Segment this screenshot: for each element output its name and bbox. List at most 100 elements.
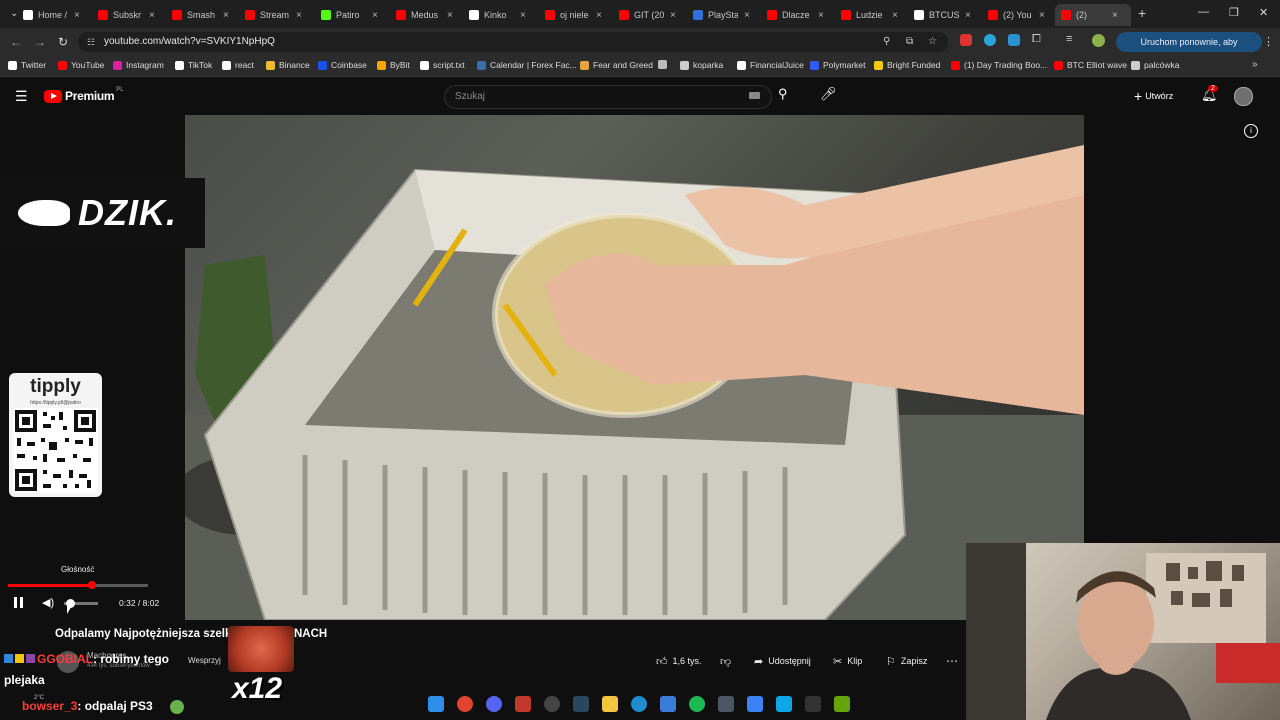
restore-button[interactable]: ❐ xyxy=(1229,6,1239,19)
create-button[interactable]: + Utwórz xyxy=(1134,86,1173,106)
bookmark-item[interactable] xyxy=(658,60,671,69)
like-button[interactable]: 👍︎ 1,6 tys. xyxy=(656,650,702,672)
tab-close-icon[interactable]: × xyxy=(818,10,824,21)
extension-icon[interactable] xyxy=(1008,34,1020,46)
tab-close-icon[interactable]: × xyxy=(520,10,526,21)
spotify-icon[interactable] xyxy=(689,696,705,712)
tab-3[interactable]: Stream × xyxy=(239,4,315,26)
tab-close-icon[interactable]: × xyxy=(1039,10,1045,21)
tab-6[interactable]: Kinko × xyxy=(463,4,539,26)
windows-start-icon[interactable] xyxy=(428,696,444,712)
tab-13[interactable]: (2) You × xyxy=(982,4,1058,26)
dislike-button[interactable]: 👎︎ xyxy=(720,650,731,672)
tab-close-icon[interactable]: × xyxy=(596,10,602,21)
bookmark-item[interactable]: BTC Elliot wave xyxy=(1054,60,1127,70)
site-info-icon[interactable]: ☷ xyxy=(87,32,95,52)
tab-10[interactable]: Dlacze × xyxy=(761,4,837,26)
file-explorer-icon[interactable] xyxy=(602,696,618,712)
tab-9[interactable]: PlaySta × xyxy=(687,4,763,26)
tab-close-icon[interactable]: × xyxy=(892,10,898,21)
bookmark-item[interactable]: Fear and Greed xyxy=(580,60,653,70)
save-button[interactable]: ⚐ Zapisz xyxy=(886,650,927,672)
bookmark-item[interactable]: Polymarket xyxy=(810,60,866,70)
app-icon[interactable] xyxy=(515,696,531,712)
profile-avatar[interactable] xyxy=(1092,34,1105,47)
hamburger-menu-icon[interactable]: ☰ xyxy=(15,88,28,105)
bookmark-star-icon[interactable]: ☆ xyxy=(928,32,937,52)
tab-close-icon[interactable]: × xyxy=(372,10,378,21)
bookmark-item[interactable]: Twitter xyxy=(8,60,46,70)
terminal-icon[interactable] xyxy=(805,696,821,712)
tab-14[interactable]: (2) × xyxy=(1055,4,1131,26)
search-icon[interactable]: ⚲ xyxy=(778,86,788,102)
more-actions-button[interactable]: ⋯ xyxy=(946,650,958,672)
volume-icon[interactable]: ◀︎) xyxy=(42,596,54,609)
tab-8[interactable]: GIT (20 × xyxy=(613,4,689,26)
tab-7[interactable]: oj niele × xyxy=(539,4,615,26)
update-restart-button[interactable]: Uruchom ponownie, aby zaktualizować xyxy=(1116,32,1262,67)
tab-4[interactable]: Patiro × xyxy=(315,4,391,26)
bookmark-item[interactable]: Binance xyxy=(266,60,310,70)
bookmark-item[interactable]: Bright Funded xyxy=(874,60,940,70)
bookmark-item[interactable]: koparka xyxy=(680,60,723,70)
close-window-button[interactable]: ✕ xyxy=(1259,6,1268,19)
network-icon[interactable] xyxy=(660,696,676,712)
clip-button[interactable]: ✂ Klip xyxy=(833,650,862,672)
media-controls-icon[interactable]: ≡ xyxy=(1066,33,1072,45)
extensions-puzzle-icon[interactable]: ⧠ xyxy=(1032,33,1041,46)
bookmark-item[interactable]: script.txt xyxy=(420,60,465,70)
bookmark-item[interactable]: Calendar | Forex Fac... xyxy=(477,60,577,70)
video-frame[interactable] xyxy=(185,115,1084,620)
notepad-icon[interactable] xyxy=(747,696,763,712)
address-bar[interactable]: ☷ youtube.com/watch?v=SVKIY1NpHpQ ⚲ ⧉ ☆ xyxy=(78,32,948,52)
bookmark-item[interactable]: TikTok xyxy=(175,60,212,70)
tab-close-icon[interactable]: × xyxy=(74,10,80,21)
minimize-button[interactable]: — xyxy=(1198,6,1209,18)
tab-11[interactable]: Ludzie × xyxy=(835,4,911,26)
youtube-logo[interactable]: Premium PL xyxy=(44,87,124,103)
tab-close-icon[interactable]: × xyxy=(1112,10,1118,21)
zoom-icon[interactable]: ⚲ xyxy=(883,32,890,52)
bookmark-item[interactable]: palcówka xyxy=(1131,60,1179,70)
bookmark-item[interactable]: Coinbase xyxy=(318,60,367,70)
reload-icon[interactable]: ↻ xyxy=(58,35,68,49)
tab-close-icon[interactable]: × xyxy=(744,10,750,21)
share-button[interactable]: ➦ Udostępnij xyxy=(754,650,811,672)
media-player-icon[interactable] xyxy=(718,696,734,712)
video-info-icon[interactable]: i xyxy=(1244,124,1258,138)
new-tab-button[interactable]: + xyxy=(1138,5,1146,21)
tab-close-icon[interactable]: × xyxy=(296,10,302,21)
more-bookmarks-icon[interactable]: » xyxy=(1252,59,1258,70)
keyboard-icon[interactable] xyxy=(749,92,760,99)
pause-icon[interactable] xyxy=(13,597,25,609)
steam-icon[interactable] xyxy=(573,696,589,712)
game-icon[interactable] xyxy=(834,696,850,712)
extension-icon[interactable] xyxy=(960,34,972,46)
tab-2[interactable]: Smash × xyxy=(166,4,242,26)
bookmark-item[interactable]: ByBit xyxy=(377,60,410,70)
edge-icon[interactable] xyxy=(631,696,647,712)
chrome-icon[interactable] xyxy=(457,696,473,712)
bookmark-item[interactable]: Instagram xyxy=(113,60,164,70)
progress-scrubber[interactable] xyxy=(88,581,96,589)
obs-icon[interactable] xyxy=(544,696,560,712)
bookmark-item[interactable]: FinancialJuice xyxy=(737,60,804,70)
tab-close-icon[interactable]: × xyxy=(670,10,676,21)
extension-icon[interactable] xyxy=(984,34,996,46)
tab-5[interactable]: Medus × xyxy=(390,4,466,26)
browser-menu-icon[interactable]: ⋮ xyxy=(1263,35,1274,48)
tab-12[interactable]: BTCUS × xyxy=(908,4,984,26)
back-icon[interactable]: ← xyxy=(10,35,22,49)
discord-icon[interactable] xyxy=(486,696,502,712)
install-icon[interactable]: ⧉ xyxy=(906,32,913,52)
photos-icon[interactable] xyxy=(776,696,792,712)
forward-icon[interactable]: → xyxy=(34,35,46,49)
tab-close-icon[interactable]: × xyxy=(447,10,453,21)
microphone-icon[interactable]: 🎤︎ xyxy=(820,86,837,102)
account-avatar[interactable] xyxy=(1234,87,1253,106)
tab-1[interactable]: Subskr × xyxy=(92,4,168,26)
support-button[interactable]: Wesprzyj xyxy=(188,656,221,665)
tab-close-icon[interactable]: × xyxy=(223,10,229,21)
search-input[interactable]: Szukaj xyxy=(444,85,772,109)
bookmark-item[interactable]: YouTube xyxy=(58,60,104,70)
